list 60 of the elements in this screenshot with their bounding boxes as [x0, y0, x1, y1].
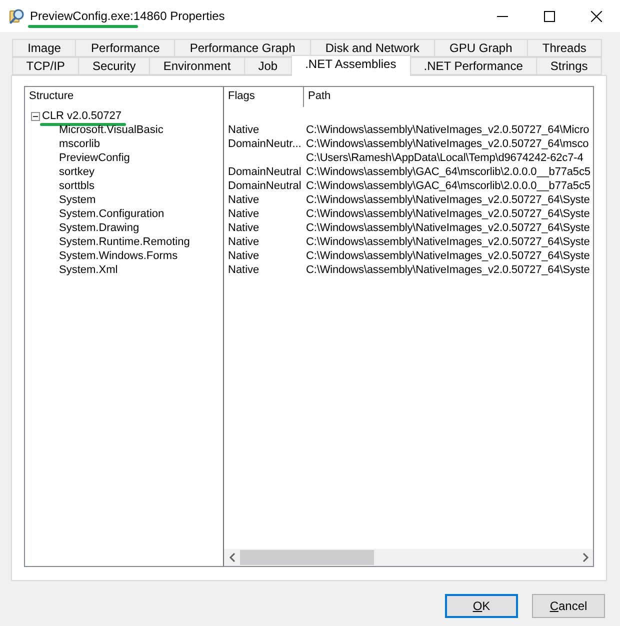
path-cell-text: C:\Windows\assembly\NativeImages_v2.0.50727_64\msco [305, 138, 589, 150]
tree-item[interactable]: System.Runtime.Remoting [59, 236, 190, 248]
tab[interactable]: .NET Assemblies [290, 55, 410, 76]
tab[interactable]: Performance Graph [174, 39, 311, 57]
path-cell-text: C:\Windows\assembly\NativeImages_v2.0.50727_64\Syste [305, 222, 590, 234]
flags-cell: Native [228, 222, 260, 234]
tree-item[interactable]: sorttbls [59, 180, 94, 192]
tree-item[interactable]: System.Drawing [59, 222, 140, 234]
tab[interactable]: .NET Performance [410, 57, 538, 75]
column-header[interactable]: Structure [25, 87, 223, 107]
tree-item[interactable]: mscorlib [59, 138, 100, 150]
flags-cell: Native [228, 250, 260, 262]
tree-item[interactable]: sortkey [59, 166, 94, 178]
path-cell-text: C:\Windows\assembly\NativeImages_v2.0.50727_64\Syste [305, 264, 590, 276]
path-cell-text: C:\Windows\assembly\GAC_64\mscorlib\2.0.0.0__b77a5c5 [305, 166, 590, 178]
tree-item[interactable]: PreviewConfig [59, 152, 130, 164]
path-cell-text: C:\Windows\assembly\NativeImages_v2.0.50727_64\Syste [305, 250, 590, 262]
window-title: PreviewConfig.exe:14860 Properties [30, 9, 225, 23]
flags-cell: DomainNeutr... [228, 138, 302, 150]
flags-cell: Native [228, 194, 260, 206]
tab[interactable]: Image [12, 39, 76, 57]
tree-item[interactable]: System.Configuration [59, 208, 164, 220]
tab[interactable]: Disk and Network [310, 39, 435, 57]
chevron-left-icon [228, 553, 236, 562]
flags-cell: Native [228, 236, 260, 248]
magnifier-icon [9, 8, 25, 24]
chevron-right-icon [582, 553, 588, 562]
tab[interactable]: Threads [526, 39, 602, 57]
tab[interactable]: Environment [149, 57, 245, 75]
tree-item[interactable]: System.Windows.Forms [59, 250, 178, 262]
horizontal-scrollbar[interactable] [224, 549, 593, 566]
flags-cell: DomainNeutral [228, 180, 302, 192]
scrollbar-thumb[interactable] [240, 550, 374, 565]
path-cell-text: C:\Windows\assembly\NativeImages_v2.0.50727_64\Micro [305, 124, 590, 136]
minus-box-icon[interactable] [31, 112, 40, 120]
maximize-icon [544, 10, 555, 22]
tab[interactable]: TCP/IP [12, 57, 80, 75]
path-cell-text: C:\Windows\assembly\GAC_64\mscorlib\2.0.0.0__b77a5c5 [305, 180, 590, 192]
flags-cell: Native [228, 264, 260, 276]
path-cell-text: C:\Users\Ramesh\AppData\Local\Temp\d9674242-62c7-4 [305, 152, 584, 164]
tree-item[interactable]: Microsoft.VisualBasic [59, 124, 164, 136]
column-header[interactable]: Path [304, 87, 593, 107]
path-cell-text: C:\Windows\assembly\NativeImages_v2.0.50727_64\Syste [305, 236, 590, 248]
tree-item[interactable]: System [59, 194, 96, 206]
path-cell-text: C:\Windows\assembly\NativeImages_v2.0.50727_64\Syste [305, 194, 590, 206]
tab[interactable]: Job [244, 57, 292, 75]
tab[interactable]: Strings [536, 57, 602, 75]
tab[interactable]: Performance [75, 39, 176, 57]
flags-cell: Native [228, 124, 260, 136]
path-cell-text: C:\Windows\assembly\NativeImages_v2.0.50727_64\Syste [305, 208, 590, 220]
tab[interactable]: GPU Graph [434, 39, 528, 57]
cancel-button[interactable]: Cancel [532, 594, 605, 618]
flags-cell: Native [228, 208, 260, 220]
ok-button[interactable]: OK [445, 594, 518, 618]
close-icon [591, 10, 602, 22]
tab[interactable]: Security [78, 57, 150, 75]
flags-cell: DomainNeutral [228, 166, 302, 178]
column-header[interactable]: Flags [224, 87, 304, 107]
tree-item[interactable]: CLR v2.0.50727 [42, 110, 122, 122]
tree-item[interactable]: System.Xml [59, 264, 118, 276]
